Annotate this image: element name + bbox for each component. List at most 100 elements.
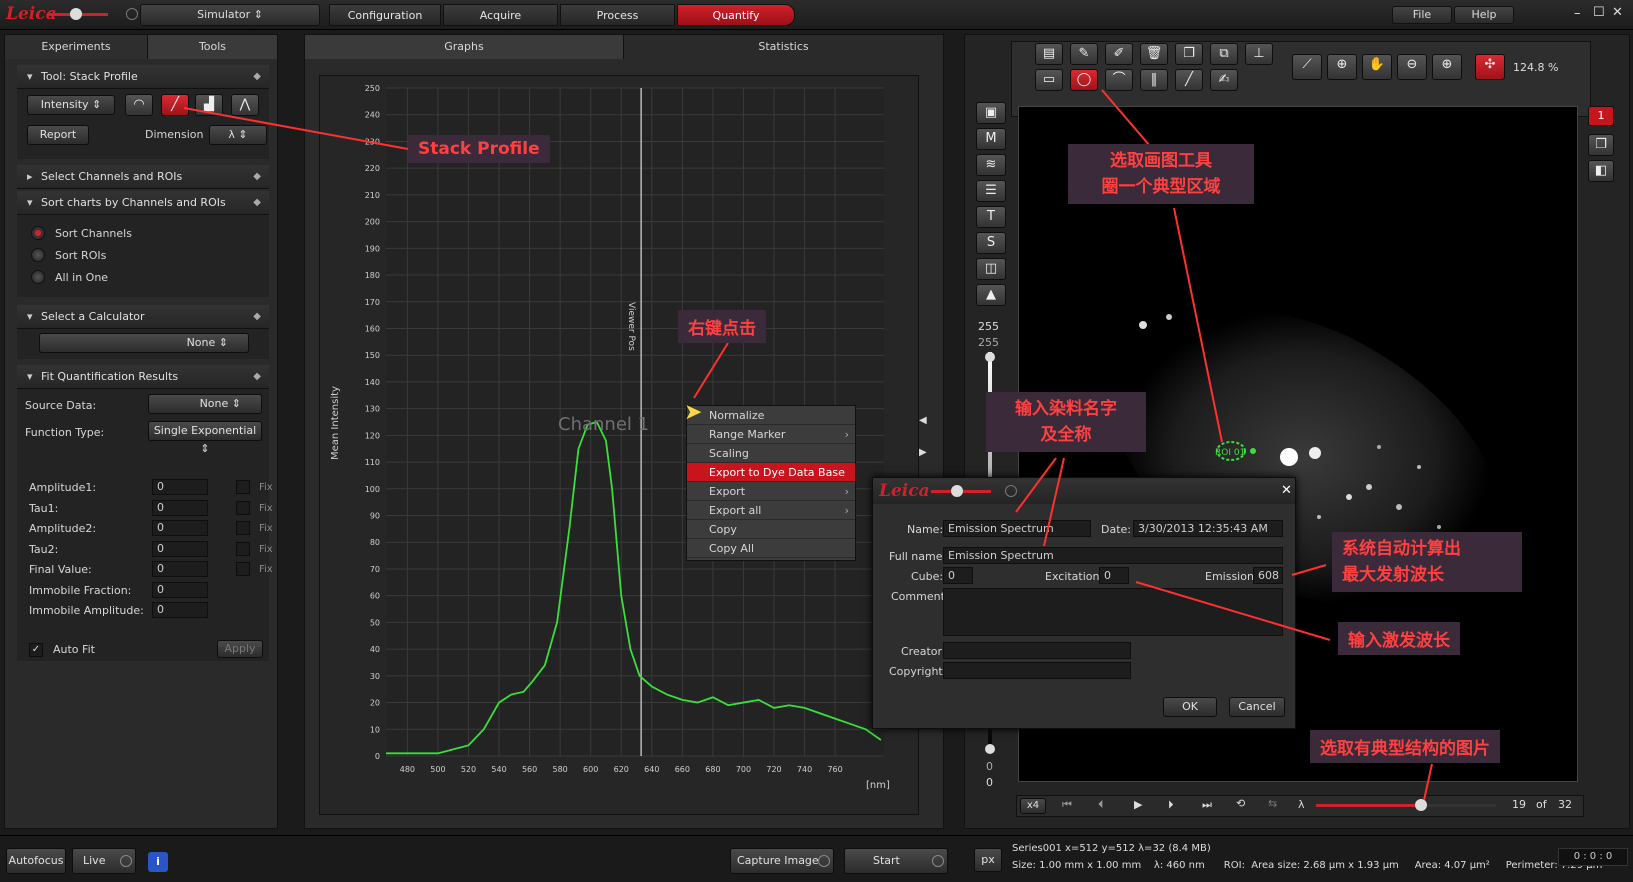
sort-charts-header[interactable]: Sort charts by Channels and ROIs ◆	[17, 191, 269, 215]
creator-field[interactable]	[943, 642, 1131, 659]
context-menu-item[interactable]: Copy All	[687, 539, 855, 558]
collapse-left-icon[interactable]: ◀	[919, 415, 927, 426]
stamp-icon[interactable]: ⊥	[1245, 43, 1273, 65]
context-menu-item[interactable]: Export ›	[687, 482, 855, 501]
context-menu-item[interactable]: Export to Dye Data Base	[687, 463, 855, 482]
ok-button[interactable]: OK	[1163, 697, 1217, 717]
report-button[interactable]: Report	[27, 125, 89, 145]
fullname-field[interactable]: Emission Spectrum	[943, 547, 1283, 564]
radio-sort-rois[interactable]	[31, 248, 45, 262]
menu-file[interactable]: File	[1392, 6, 1452, 24]
calculator-select[interactable]: None ⇕	[39, 333, 249, 353]
prev-frame-icon[interactable]: ⏴	[1098, 798, 1104, 812]
channel-icon[interactable]: ▣	[976, 102, 1006, 124]
param-field[interactable]: 0	[152, 520, 208, 536]
cancel-button[interactable]: Cancel	[1229, 697, 1285, 717]
autofocus-button[interactable]: Autofocus	[6, 848, 66, 874]
select-calculator-header[interactable]: Select a Calculator ◆	[17, 305, 269, 329]
copy-layer-icon[interactable]: ❐	[1588, 134, 1614, 156]
px-unit-button[interactable]: px	[974, 848, 1002, 872]
line-tool-icon[interactable]: ╱	[1175, 69, 1203, 91]
tab-tools[interactable]: Tools	[148, 35, 277, 59]
power-icon[interactable]	[126, 8, 138, 20]
param-field[interactable]: 0	[152, 479, 208, 495]
param-field[interactable]: 0	[152, 540, 208, 557]
pin-icon[interactable]: ◆	[253, 191, 261, 215]
next-frame-icon[interactable]: ⏵	[1168, 798, 1174, 812]
histogram-view-icon[interactable]: ▲	[976, 284, 1006, 306]
loop-icon[interactable]: ⟲	[1236, 797, 1245, 810]
context-menu-item[interactable]: Copy	[687, 520, 855, 539]
split-icon[interactable]: ◫	[976, 258, 1006, 280]
fix-checkbox[interactable]	[236, 521, 250, 535]
delete-icon[interactable]: 🗑	[1140, 43, 1168, 65]
pin-icon[interactable]: ◆	[253, 305, 261, 329]
text-icon[interactable]: T	[976, 206, 1006, 228]
maximize-icon[interactable]: ☐	[1593, 5, 1605, 20]
pan-hand-icon[interactable]: ✋	[1362, 54, 1392, 80]
copyright-field[interactable]	[943, 662, 1131, 679]
fix-checkbox[interactable]	[236, 480, 250, 494]
autofit-checkbox[interactable]: ✓	[29, 643, 43, 657]
lut-min-knob[interactable]	[985, 744, 995, 754]
context-menu-item[interactable]: Normalize	[687, 406, 855, 425]
comment-field[interactable]	[943, 588, 1283, 636]
tab-configuration[interactable]: Configuration	[329, 4, 441, 26]
param-field[interactable]: 0	[152, 602, 208, 618]
zoom-in-icon[interactable]: ⊕	[1432, 54, 1462, 80]
context-menu-item[interactable]: Scaling	[687, 444, 855, 463]
collapse-right-icon[interactable]: ▶	[919, 447, 927, 458]
context-menu-item[interactable]: Range Marker ›	[687, 425, 855, 444]
tool-stack-profile-header[interactable]: Tool: Stack Profile ◆	[17, 65, 269, 89]
fit-graph-icon[interactable]: ⋀	[231, 94, 259, 116]
stack-profile-icon[interactable]: ╱	[161, 94, 189, 116]
excitation-field[interactable]: 0	[1099, 567, 1129, 584]
cube-field[interactable]: 0	[943, 567, 973, 584]
overlay-icon[interactable]: ◧	[1588, 160, 1614, 182]
apply-button[interactable]: Apply	[217, 640, 263, 658]
minimize-icon[interactable]: –	[1574, 6, 1581, 21]
frame-slider-knob[interactable]	[1414, 799, 1427, 811]
dialog-close-icon[interactable]: ✕	[1281, 483, 1292, 498]
measure-icon[interactable]: ⟋	[1292, 54, 1322, 80]
tab-statistics[interactable]: Statistics	[623, 35, 943, 59]
parallel-tool-icon[interactable]: ‖	[1140, 69, 1168, 91]
channel-badge[interactable]: 1	[1588, 106, 1614, 126]
fix-checkbox[interactable]	[236, 500, 250, 515]
lut-max-knob[interactable]	[985, 352, 995, 362]
zoom-out-icon[interactable]: ⊖	[1397, 54, 1427, 80]
param-field[interactable]: 0	[152, 581, 208, 598]
fix-checkbox[interactable]	[236, 541, 250, 556]
info-icon[interactable]: i	[148, 852, 168, 872]
pin-icon[interactable]: ◆	[253, 165, 261, 189]
date-field[interactable]: 3/30/2013 12:35:43 AM	[1133, 520, 1283, 537]
histogram-icon[interactable]: ▟	[195, 94, 223, 116]
intensity-select[interactable]: Intensity ⇕	[27, 95, 115, 115]
pen-icon[interactable]: ✎	[1070, 43, 1098, 65]
last-frame-icon[interactable]: ⏭	[1202, 798, 1212, 812]
fit-results-header[interactable]: Fit Quantification Results ◆	[17, 365, 269, 389]
emission-field[interactable]: 608	[1253, 567, 1283, 584]
tab-quantify[interactable]: Quantify	[677, 4, 795, 26]
tab-acquire[interactable]: Acquire	[443, 4, 558, 26]
param-field[interactable]: 0	[152, 499, 208, 516]
name-field[interactable]: Emission Spectrum	[943, 520, 1091, 537]
param-field[interactable]: 0	[152, 561, 208, 577]
freehand-tool-icon[interactable]: ✍	[1210, 69, 1238, 91]
master-slider-knob[interactable]	[70, 8, 82, 20]
fix-checkbox[interactable]	[236, 562, 250, 576]
tab-experiments[interactable]: Experiments	[5, 35, 148, 59]
first-frame-icon[interactable]: ⏮	[1062, 798, 1072, 812]
bounce-icon[interactable]: ⇆	[1268, 797, 1277, 810]
source-data-select[interactable]: None ⇕	[148, 394, 262, 414]
select-channels-header[interactable]: Select Channels and ROIs ◆	[17, 165, 269, 189]
polygon-tool-icon[interactable]: ⌒	[1105, 69, 1133, 91]
copy-roi-icon[interactable]: ❐	[1175, 43, 1203, 65]
context-menu-item[interactable]: Export all ›	[687, 501, 855, 520]
scan-icon[interactable]: S	[976, 232, 1006, 254]
max-projection-icon[interactable]: M	[976, 128, 1006, 150]
crosshair-icon[interactable]: ⊕	[1327, 54, 1357, 80]
ellipse-tool-icon[interactable]: ◯	[1070, 69, 1098, 91]
pin-icon[interactable]: ◆	[253, 65, 261, 89]
frame-slider[interactable]	[1316, 804, 1496, 807]
